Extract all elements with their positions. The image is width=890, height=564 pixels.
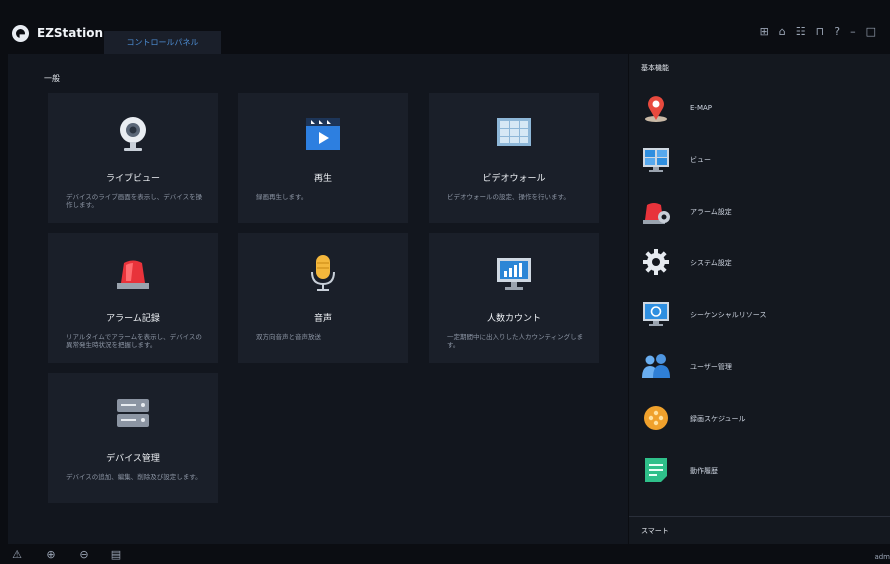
app-title: EZStation — [37, 26, 104, 40]
log-icon — [645, 458, 667, 482]
card-desc: デバイスの追加、編集、削除及び設定します。 — [66, 473, 202, 481]
sidebar-item-label: E-MAP — [690, 104, 712, 112]
user-group-icon — [642, 354, 670, 378]
card-live-view[interactable]: ライブビュー デバイスのライブ画面を表示し、デバイスを操作します。 — [48, 93, 218, 223]
alarm-settings-icon — [643, 203, 670, 224]
sequence-icon — [643, 302, 669, 326]
sidebar-divider — [629, 516, 890, 517]
download-icon[interactable]: ⊖ — [77, 548, 91, 562]
card-title: ビデオウォール — [482, 174, 546, 184]
card-device-management[interactable]: デバイス管理 デバイスの追加、編集、削除及び設定します。 — [48, 373, 218, 503]
section-title: 一般 — [44, 74, 60, 83]
card-desc: 双方向音声と音声放送 — [256, 333, 321, 341]
warning-icon[interactable]: ⚠ — [10, 548, 24, 562]
upload-icon[interactable]: ⊕ — [44, 548, 58, 562]
camera-icon — [120, 117, 146, 151]
help-icon[interactable]: ? — [834, 26, 840, 38]
sidebar-item-label: シーケンシャルリソース — [690, 311, 767, 319]
sidebar-item-label: ユーザー管理 — [690, 363, 732, 371]
app-logo-icon — [12, 25, 29, 42]
sidebar-item-emap[interactable]: E-MAP — [641, 93, 841, 123]
sidebar-item-sequence-resource[interactable]: シーケンシャルリソース — [641, 299, 841, 329]
sidebar-item-view[interactable]: ビュー — [641, 144, 841, 174]
card-audio[interactable]: 音声 双方向音声と音声放送 — [238, 233, 408, 363]
card-desc: 録画再生します。 — [256, 193, 308, 201]
sidebar-title: 基本機能 — [641, 64, 669, 72]
card-desc: 一定期間中に出入りした人カウンティングします。 — [447, 333, 584, 349]
people-count-icon — [497, 258, 531, 290]
alarm-light-icon — [117, 260, 149, 289]
sidebar-item-label: ビュー — [690, 156, 711, 164]
microphone-icon — [311, 255, 335, 291]
card-video-wall[interactable]: ビデオウォール ビデオウォールの設定、操作を行います。 — [429, 93, 599, 223]
video-wall-icon — [497, 118, 531, 146]
gear-icon — [643, 249, 669, 275]
sidebar-item-operation-log[interactable]: 動作履歴 — [641, 455, 841, 485]
map-pin-icon — [645, 96, 667, 122]
card-desc: リアルタイムでアラームを表示し、デバイスの異常発生時状況を把握します。 — [66, 333, 202, 349]
card-alarm-record[interactable]: アラーム記録 リアルタイムでアラームを表示し、デバイスの異常発生時状況を把握しま… — [48, 233, 218, 363]
card-title: ライブビュー — [105, 174, 160, 184]
card-title: 音声 — [313, 314, 332, 324]
card-playback[interactable]: 再生 録画再生します。 — [238, 93, 408, 223]
sidebar-item-label: 録画スケジュール — [690, 415, 746, 423]
sidebar-item-alarm-settings[interactable]: アラーム設定 — [641, 196, 841, 226]
schedule-icon — [644, 406, 668, 430]
clipboard-icon[interactable]: ▤ — [109, 548, 123, 562]
sidebar-item-label: アラーム設定 — [690, 208, 732, 216]
tab-control-panel[interactable]: コントロールパネル — [104, 31, 221, 54]
card-title: デバイス管理 — [106, 454, 160, 464]
card-title: アラーム記録 — [106, 314, 160, 324]
sidebar-item-label: システム設定 — [690, 259, 732, 267]
view-icon — [643, 148, 669, 172]
sidebar-item-system-settings[interactable]: システム設定 — [641, 247, 841, 277]
sidebar-item-user-management[interactable]: ユーザー管理 — [641, 351, 841, 381]
grid-icon[interactable]: ⊞ — [760, 26, 769, 38]
card-desc: ビデオウォールの設定、操作を行います。 — [447, 193, 570, 201]
playback-icon — [306, 118, 340, 150]
shirt-icon[interactable]: ⌂ — [779, 26, 786, 38]
maximize-icon[interactable]: □ — [866, 26, 876, 38]
sidebar-item-recording-schedule[interactable]: 録画スケジュール — [641, 403, 841, 433]
card-people-count[interactable]: 人数カウント 一定期間中に出入りした人カウンティングします。 — [429, 233, 599, 363]
current-user[interactable]: adm — [874, 553, 890, 561]
window-controls: ⊞ ⌂ ☷ ⊓ ? – □ — [760, 26, 876, 38]
sidebar-section-smart[interactable]: スマート — [641, 526, 669, 536]
minimize-icon[interactable]: – — [850, 26, 856, 38]
lock-icon[interactable]: ⊓ — [816, 26, 825, 38]
card-title: 人数カウント — [486, 314, 541, 324]
card-desc: デバイスのライブ画面を表示し、デバイスを操作します。 — [66, 193, 203, 209]
card-title: 再生 — [313, 174, 332, 184]
users-icon[interactable]: ☷ — [796, 26, 806, 38]
sidebar-item-label: 動作履歴 — [690, 467, 718, 475]
status-bar — [0, 544, 890, 564]
device-server-icon — [117, 399, 149, 427]
